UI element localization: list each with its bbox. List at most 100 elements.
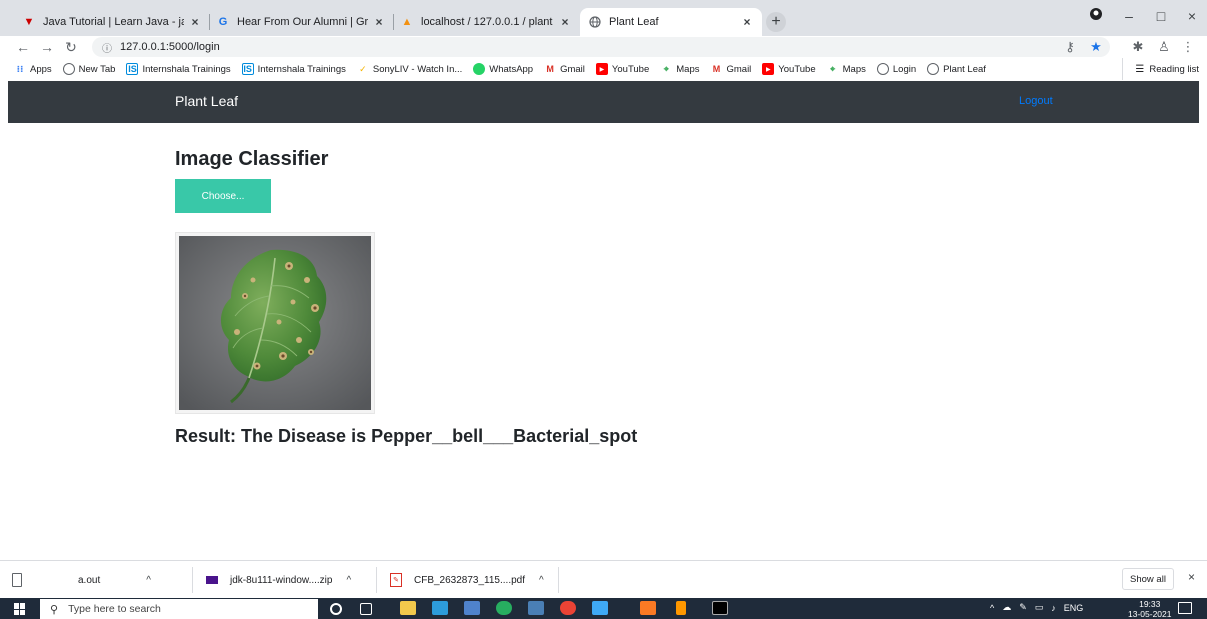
javatpoint-icon: ▼ <box>23 16 35 28</box>
bookmark-youtube-2[interactable]: ▶ YouTube <box>762 63 816 75</box>
file-explorer-icon[interactable] <box>400 601 416 615</box>
file-icon <box>12 573 22 587</box>
battery-icon[interactable]: ▭ <box>1035 602 1044 613</box>
chrome-icon[interactable] <box>560 601 576 615</box>
download-filename: CFB_2632873_115....pdf <box>414 574 526 586</box>
extensions-icon[interactable]: ✱ <box>1130 39 1146 55</box>
bookmark-maps-2[interactable]: ⌖ Maps <box>827 63 866 75</box>
close-icon[interactable]: × <box>188 15 202 29</box>
bookmark-label: New Tab <box>78 63 116 75</box>
mail-icon[interactable] <box>432 601 448 615</box>
download-filename: a.out <box>78 574 101 586</box>
close-icon[interactable]: × <box>558 15 572 29</box>
chevron-up-icon[interactable]: ^ <box>539 575 544 586</box>
globe-icon <box>62 63 75 75</box>
key-icon[interactable]: ⚷ <box>1062 39 1078 55</box>
edge-icon[interactable] <box>496 601 512 615</box>
tab-plant-leaf[interactable]: Plant Leaf × <box>580 8 762 36</box>
bookmark-label: YouTube <box>778 63 816 75</box>
globe-icon <box>876 63 889 75</box>
globe-icon <box>588 15 602 29</box>
url-text: 127.0.0.1:5000/login <box>120 41 220 53</box>
cloud-icon[interactable]: ☁ <box>1002 602 1011 613</box>
reading-list-button[interactable]: ☰ Reading list <box>1122 58 1199 80</box>
close-icon[interactable]: × <box>372 15 386 29</box>
minimize-icon[interactable]: – <box>1117 8 1141 24</box>
new-tab-button[interactable]: + <box>766 12 786 32</box>
terminal-icon[interactable] <box>712 601 728 615</box>
app-navbar: Plant Leaf Logout <box>8 81 1199 123</box>
tab-phpmyadmin[interactable]: ▲ localhost / 127.0.0.1 / plant | php × <box>392 8 580 36</box>
maximize-icon[interactable]: □ <box>1149 8 1173 24</box>
windows-start-icon[interactable] <box>14 603 26 615</box>
choose-file-button[interactable]: Choose... <box>175 179 271 213</box>
back-icon[interactable]: ← <box>14 39 32 55</box>
bookmark-label: Internshala Trainings <box>142 63 231 75</box>
bookmark-sonyliv[interactable]: ✓ SonyLIV - Watch In... <box>357 63 462 75</box>
bookmark-plant-leaf[interactable]: Plant Leaf <box>927 63 986 75</box>
profile-avatar-icon[interactable]: ♙ <box>1156 39 1172 55</box>
bookmark-star-icon[interactable]: ★ <box>1088 39 1104 55</box>
chevron-up-icon[interactable]: ^ <box>990 603 994 613</box>
chevron-up-icon[interactable]: ^ <box>146 575 151 586</box>
download-item[interactable]: jdk-8u111-window....zip ^ <box>206 569 351 591</box>
bookmark-internshala-2[interactable]: IS Internshala Trainings <box>241 63 346 75</box>
bookmark-label: Apps <box>30 63 52 75</box>
close-icon[interactable]: × <box>740 15 754 29</box>
store-icon[interactable] <box>464 601 480 615</box>
task-view-icon[interactable] <box>360 603 372 615</box>
bookmark-whatsapp[interactable]: WhatsApp <box>473 63 533 75</box>
site-info-icon[interactable]: ⓘ <box>102 40 112 55</box>
result-text: Result: The Disease is Pepper__bell___Ba… <box>175 426 638 446</box>
bookmark-internshala-1[interactable]: IS Internshala Trainings <box>126 63 231 75</box>
notification-icon[interactable] <box>1178 602 1192 614</box>
bookmark-gmail-2[interactable]: M Gmail <box>710 63 752 75</box>
xampp-icon[interactable] <box>640 601 656 615</box>
tab-title: localhost / 127.0.0.1 / plant | php <box>421 16 554 28</box>
photos-icon[interactable] <box>592 601 608 615</box>
close-icon[interactable]: × <box>1188 570 1195 584</box>
browser-toolbar: ← → ↻ ⓘ 127.0.0.1:5000/login ⚷ ★ ✱ ♙ ⋮ <box>0 36 1207 58</box>
bookmark-label: Maps <box>676 63 700 75</box>
logout-link[interactable]: Logout <box>1019 95 1053 107</box>
bookmark-youtube-1[interactable]: ▶ YouTube <box>595 63 649 75</box>
taskbar-search[interactable]: ⚲ Type here to search <box>40 599 318 619</box>
sublime-icon[interactable] <box>676 601 686 615</box>
chevron-up-icon[interactable]: ^ <box>346 575 351 586</box>
maps-icon: ⌖ <box>663 63 669 74</box>
bookmark-label: Plant Leaf <box>943 63 986 75</box>
tab-javatpoint[interactable]: ▼ Java Tutorial | Learn Java - javatp × <box>14 8 210 36</box>
pen-icon[interactable]: ✎ <box>1019 602 1027 613</box>
reload-icon[interactable]: ↻ <box>62 39 80 55</box>
download-item[interactable]: a.out ^ <box>12 569 151 591</box>
bookmark-login[interactable]: Login <box>876 63 916 75</box>
volume-icon[interactable]: ♪ <box>1051 603 1056 613</box>
bookmark-apps[interactable]: ⁝⁝ Apps <box>14 63 52 75</box>
close-window-icon[interactable]: × <box>1180 8 1204 24</box>
leaf-image <box>179 236 371 410</box>
youtube-icon: ▶ <box>762 63 775 75</box>
language-indicator[interactable]: ENG <box>1064 603 1084 613</box>
archive-icon <box>206 576 218 584</box>
bookmark-maps-1[interactable]: ⌖ Maps <box>660 63 700 75</box>
sonyliv-icon: ✓ <box>359 63 367 74</box>
phpmyadmin-icon: ▲ <box>401 16 413 28</box>
bookmark-new-tab[interactable]: New Tab <box>62 63 116 75</box>
taskbar-clock[interactable]: 19:33 13-05-2021 <box>1128 599 1171 619</box>
pdf-icon: ✎ <box>390 573 402 587</box>
profile-icon[interactable] <box>1084 7 1108 24</box>
bookmark-gmail-1[interactable]: M Gmail <box>544 63 585 75</box>
reading-list-label: Reading list <box>1149 63 1199 75</box>
forward-icon[interactable]: → <box>38 39 56 55</box>
tab-great-learning[interactable]: G Hear From Our Alumni | Great Le × <box>208 8 394 36</box>
app-icon[interactable] <box>528 601 544 615</box>
download-item[interactable]: ✎ CFB_2632873_115....pdf ^ <box>390 569 544 591</box>
cortana-icon[interactable] <box>330 603 342 615</box>
system-tray: ^ ☁ ✎ ▭ ♪ ENG <box>990 602 1083 613</box>
internshala-icon: IS <box>241 63 254 75</box>
menu-icon[interactable]: ⋮ <box>1180 39 1196 55</box>
show-all-button[interactable]: Show all <box>1122 568 1174 590</box>
address-bar[interactable]: ⓘ 127.0.0.1:5000/login <box>92 37 1110 57</box>
maps-icon: ⌖ <box>830 63 836 74</box>
navbar-brand[interactable]: Plant Leaf <box>175 93 238 109</box>
